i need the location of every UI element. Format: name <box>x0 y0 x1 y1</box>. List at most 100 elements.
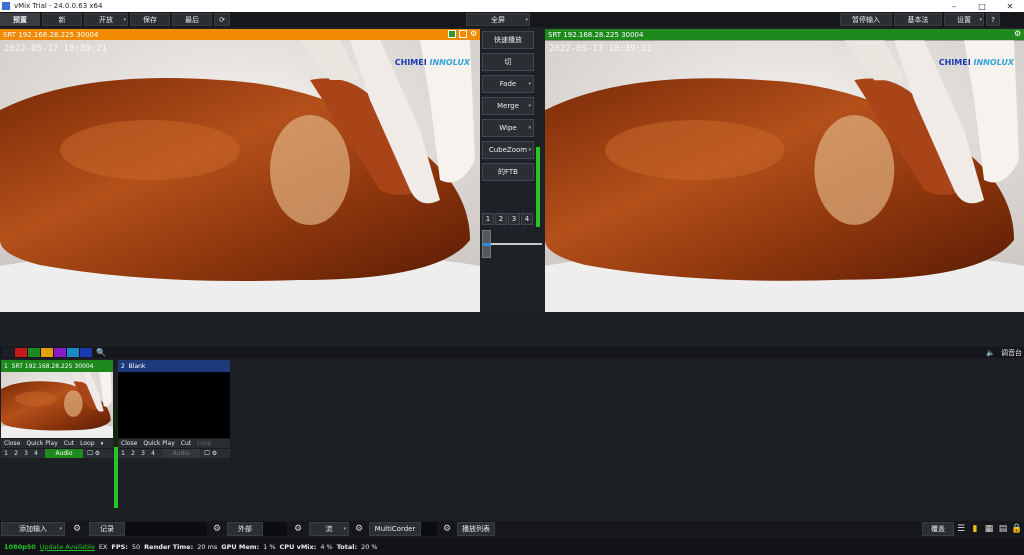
save-button[interactable]: 保存 <box>130 13 170 26</box>
transition-4-button[interactable]: 4 <box>521 213 533 225</box>
input-actions-row: Close Quick Play Cut Loop <box>118 438 230 448</box>
input-title: SRT 192.168.28.225 30004 <box>11 362 94 370</box>
transition-1-button[interactable]: 1 <box>482 213 494 225</box>
transition-2-button[interactable]: 2 <box>495 213 507 225</box>
overlay-3-button[interactable]: 3 <box>138 450 148 457</box>
external-button[interactable]: 外部 <box>227 522 263 536</box>
swatch-cyan[interactable] <box>67 348 79 357</box>
wipe-button[interactable]: Wipe ▾ <box>482 119 534 137</box>
overlay-1-button[interactable]: 1 <box>1 450 11 457</box>
last-button[interactable]: 最后 <box>172 13 212 26</box>
color-icon[interactable] <box>448 30 456 38</box>
pause-icon[interactable]: ⏸ <box>98 440 107 448</box>
input-card-2[interactable]: 2 Blank Close Quick Play Cut Loop 1 2 3 … <box>118 360 230 458</box>
fullscreen-label: 全屏 <box>491 15 505 24</box>
input-loop-button[interactable]: Loop <box>77 440 97 447</box>
gear-icon[interactable]: ⚙ <box>65 522 89 536</box>
input-thumbnail-image <box>1 372 113 438</box>
grid-view-icon[interactable]: ▦ <box>982 522 996 536</box>
output-panel[interactable]: SRT 192.168.28.225 30004 ⚙ 2022-05-17 10… <box>545 29 1024 312</box>
gear-icon[interactable]: ⚙ <box>207 522 227 536</box>
overlay-1-button[interactable]: 1 <box>118 450 128 457</box>
new-button[interactable]: 新 <box>42 13 82 26</box>
settings-button[interactable]: 设置 ▾ <box>944 13 984 26</box>
input-audio-button[interactable]: Audio <box>45 449 83 458</box>
gear-icon[interactable]: ⚙ <box>470 30 478 38</box>
input-audio-button[interactable]: Audio <box>162 449 200 458</box>
video-format[interactable]: 1080p50 <box>4 543 36 551</box>
update-link[interactable]: Update Available <box>40 543 95 551</box>
input-thumbnail[interactable] <box>1 372 113 438</box>
maximize-button[interactable]: □ <box>968 2 996 11</box>
overlay-2-button[interactable]: 2 <box>128 450 138 457</box>
quick-play-button[interactable]: 快速播放 <box>482 31 534 49</box>
overlay-button[interactable]: 覆盖 <box>922 522 954 536</box>
cut-button[interactable]: 切 <box>482 53 534 71</box>
open-button[interactable]: 开放 ▾ <box>84 13 128 26</box>
swatch-green[interactable] <box>28 348 40 357</box>
input-close-button[interactable]: Close <box>1 440 23 447</box>
window-icon[interactable] <box>459 30 467 38</box>
merge-button[interactable]: Merge ▾ <box>482 97 534 115</box>
overlay-4-button[interactable]: 4 <box>148 450 158 457</box>
playlist-button[interactable]: 播放列表 <box>457 522 495 536</box>
help-button[interactable]: ? <box>986 13 1000 26</box>
input-close-button[interactable]: Close <box>118 440 140 447</box>
multicorder-button[interactable]: MultiCorder <box>369 522 421 536</box>
monitor-icon[interactable]: 🖵 <box>204 450 210 458</box>
master-vu-meter <box>536 143 540 227</box>
swatch-purple[interactable] <box>54 348 66 357</box>
input-color-filter-bar: 🔍 🔈 调音台 <box>0 347 1024 358</box>
preset-tab[interactable]: 预置 <box>0 13 40 26</box>
list-view-icon[interactable]: ☰ <box>954 522 968 536</box>
minimize-button[interactable]: – <box>940 2 968 11</box>
input-cut-button[interactable]: Cut <box>178 440 194 447</box>
monitor-icon[interactable]: 🖵 <box>87 450 93 458</box>
swatch-orange[interactable] <box>41 348 53 357</box>
add-input-button[interactable]: 添加输入 ▾ <box>1 522 65 536</box>
ftb-button[interactable]: 的FTB <box>482 163 534 181</box>
preview-panel[interactable]: SRT 192.168.28.225 30004 ⚙ 2022-05-17 10… <box>0 29 480 312</box>
gear-icon[interactable]: ⚙ <box>95 450 100 457</box>
stream-button[interactable]: 流 ▾ <box>309 522 349 536</box>
overlay-2-button[interactable]: 2 <box>11 450 21 457</box>
gear-icon[interactable]: ⚙ <box>349 522 369 536</box>
cubezoom-label: CubeZoom <box>488 146 528 154</box>
gear-icon[interactable]: ⚙ <box>212 450 217 457</box>
pause-input-button[interactable]: 暂停输入 <box>840 13 892 26</box>
close-button[interactable]: ✕ <box>996 2 1024 11</box>
fullscreen-button[interactable]: 全屏 ▾ <box>466 13 530 26</box>
overlay-3-button[interactable]: 3 <box>21 450 31 457</box>
search-icon[interactable]: 🔍 <box>96 348 106 357</box>
output-header: SRT 192.168.28.225 30004 ⚙ <box>545 29 1024 40</box>
multiview-icon[interactable]: ▤ <box>996 522 1010 536</box>
input-quickplay-button[interactable]: Quick Play <box>23 440 60 447</box>
input-thumbnail[interactable] <box>118 372 230 438</box>
refresh-icon[interactable]: ⟳ <box>214 13 230 26</box>
gear-icon[interactable]: ⚙ <box>1014 30 1022 38</box>
input-loop-button[interactable]: Loop <box>194 440 214 447</box>
record-button[interactable]: 记录 <box>89 522 125 536</box>
gear-icon[interactable]: ⚙ <box>437 522 457 536</box>
swatch-all[interactable] <box>2 348 14 357</box>
speaker-icon: 🔈 <box>986 348 995 357</box>
t-bar-slider[interactable] <box>482 230 542 258</box>
lock-icon[interactable]: 🔒 <box>1010 522 1024 536</box>
t-bar-track <box>482 243 542 245</box>
cubezoom-button[interactable]: CubeZoom ▾ <box>482 141 534 159</box>
audio-bars-icon[interactable]: ▮ <box>968 522 982 536</box>
basics-button[interactable]: 基本法 <box>894 13 942 26</box>
transition-3-button[interactable]: 3 <box>508 213 520 225</box>
gear-icon[interactable]: ⚙ <box>287 522 309 536</box>
swatch-red[interactable] <box>15 348 27 357</box>
input-card-1[interactable]: 1 SRT 192.168.28.225 30004 Close Quick P… <box>1 360 113 458</box>
input-quickplay-button[interactable]: Quick Play <box>140 440 177 447</box>
input-cut-button[interactable]: Cut <box>61 440 77 447</box>
fade-button[interactable]: Fade ▾ <box>482 75 534 93</box>
preview-header: SRT 192.168.28.225 30004 ⚙ <box>0 29 480 40</box>
total-value: 20 % <box>361 542 378 551</box>
overlay-4-button[interactable]: 4 <box>31 450 41 457</box>
audio-mixer-toggle[interactable]: 🔈 调音台 <box>986 347 1022 358</box>
swatch-blue[interactable] <box>80 348 92 357</box>
output-food-image <box>545 40 1024 312</box>
